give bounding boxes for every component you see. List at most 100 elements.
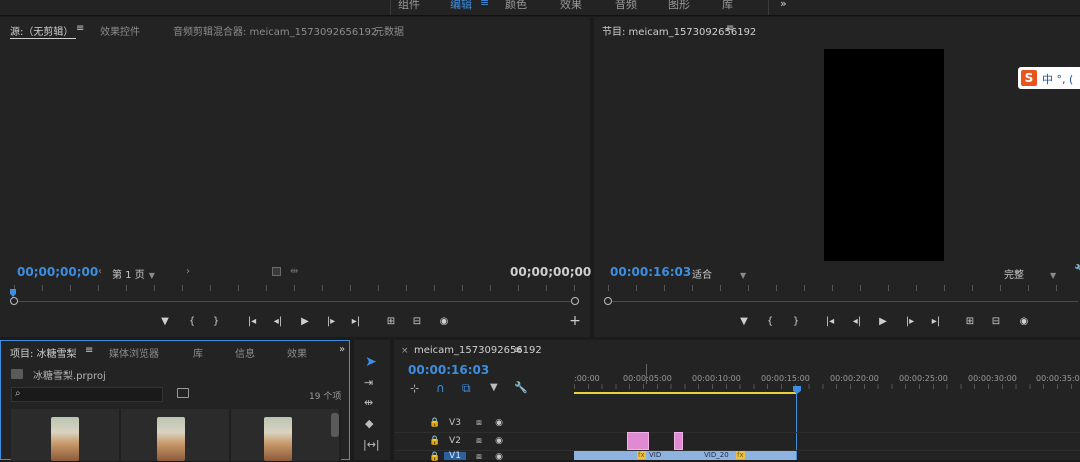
go-to-in-icon[interactable]: |◂ bbox=[244, 315, 260, 329]
play-icon[interactable]: ▶ bbox=[297, 315, 313, 329]
wrench-icon[interactable]: 🔧 bbox=[1074, 265, 1080, 276]
workspace-tab-libraries[interactable]: 库 bbox=[722, 0, 733, 12]
panel-menu-icon[interactable]: ≡ bbox=[76, 23, 84, 34]
settings-icon[interactable] bbox=[272, 267, 281, 276]
go-to-out-icon[interactable]: ▸| bbox=[928, 315, 944, 329]
slip-tool-icon[interactable]: |↔| bbox=[363, 438, 380, 451]
mark-out-icon[interactable]: } bbox=[208, 315, 224, 329]
fx-badge: fx bbox=[736, 451, 745, 459]
insert-icon[interactable]: ⊞ bbox=[383, 315, 399, 329]
extract-icon[interactable]: ⊟ bbox=[988, 315, 1004, 329]
tab-libraries[interactable]: 库 bbox=[193, 345, 203, 360]
sync-lock-icon[interactable]: ⧈ bbox=[472, 418, 486, 428]
eye-icon[interactable]: ◉ bbox=[492, 436, 506, 446]
sync-lock-icon[interactable]: ⧈ bbox=[472, 436, 486, 446]
program-scroll-track[interactable] bbox=[612, 301, 1078, 302]
media-item[interactable] bbox=[11, 409, 119, 461]
source-timecode-playhead[interactable]: 00;00;00;00 bbox=[17, 265, 98, 279]
scrollbar-thumb[interactable] bbox=[331, 413, 339, 437]
step-back-icon[interactable]: ◂| bbox=[270, 315, 286, 329]
mark-in-icon[interactable]: { bbox=[762, 315, 778, 329]
step-forward-icon[interactable]: |▸ bbox=[323, 315, 339, 329]
source-scroll-track[interactable] bbox=[18, 301, 572, 302]
lift-icon[interactable]: ⊞ bbox=[962, 315, 978, 329]
tab-sequence[interactable]: meicam_1573092656192 bbox=[414, 345, 542, 356]
snap-icon[interactable]: ∩ bbox=[436, 381, 445, 395]
quality-dropdown[interactable]: 完整 ▼ bbox=[1004, 266, 1056, 281]
close-tab-icon[interactable]: × bbox=[401, 346, 409, 356]
marker-icon[interactable]: ▼ bbox=[157, 315, 173, 329]
search-input[interactable]: ⌕ bbox=[11, 387, 163, 402]
workspace-tab-color[interactable]: 颜色 bbox=[505, 0, 527, 12]
go-to-out-icon[interactable]: ▸| bbox=[348, 315, 364, 329]
export-frame-icon[interactable]: ◉ bbox=[436, 315, 452, 329]
timeline-timecode[interactable]: 00:00:16:03 bbox=[408, 363, 489, 377]
lock-icon[interactable]: 🔒 bbox=[428, 418, 442, 428]
lock-icon[interactable]: 🔒 bbox=[428, 436, 442, 446]
ime-toolbar[interactable]: S 中 °, ( bbox=[1018, 67, 1080, 89]
tab-audio-clip-mixer[interactable]: 音频剪辑混合器: meicam_1573092656192 bbox=[173, 23, 377, 38]
panel-menu-icon[interactable]: ≡ bbox=[726, 23, 734, 34]
nest-icon[interactable]: ⊹ bbox=[410, 382, 419, 395]
page-prev-icon[interactable]: ‹ bbox=[98, 266, 102, 277]
tab-info[interactable]: 信息 bbox=[235, 345, 255, 360]
marker-icon[interactable]: ▼ bbox=[736, 315, 752, 329]
zoom-handle-left[interactable] bbox=[10, 297, 18, 305]
sync-lock-icon[interactable]: ⧈ bbox=[472, 452, 486, 462]
source-time-ruler[interactable] bbox=[14, 283, 576, 293]
add-marker-icon[interactable]: ▼ bbox=[490, 382, 498, 393]
workspace-tab-graphics[interactable]: 图形 bbox=[668, 0, 690, 12]
playhead-marker[interactable] bbox=[10, 289, 16, 297]
tab-media-browser[interactable]: 媒体浏览器 bbox=[109, 345, 159, 360]
add-button-icon[interactable]: + bbox=[567, 314, 583, 328]
page-next-icon[interactable]: › bbox=[186, 266, 190, 277]
workspace-tab-audio[interactable]: 音频 bbox=[615, 0, 637, 12]
tab-metadata[interactable]: 元数据 bbox=[374, 23, 404, 38]
zoom-handle-left[interactable] bbox=[604, 297, 612, 305]
selection-tool-icon[interactable]: ➤ bbox=[365, 354, 377, 370]
hamburger-icon[interactable]: ≡ bbox=[480, 0, 489, 9]
workspace-tab-editing[interactable]: 编辑 bbox=[450, 0, 472, 12]
mark-in-icon[interactable]: { bbox=[184, 315, 200, 329]
track-select-tool-icon[interactable]: ⇥ bbox=[364, 376, 373, 389]
track-target-v1[interactable]: V1 bbox=[444, 451, 466, 461]
tab-effects[interactable]: 效果 bbox=[287, 345, 307, 360]
go-to-in-icon[interactable]: |◂ bbox=[822, 315, 838, 329]
more-workspaces-icon[interactable]: » bbox=[780, 0, 787, 10]
program-time-ruler[interactable] bbox=[608, 283, 1078, 293]
step-forward-icon[interactable]: |▸ bbox=[902, 315, 918, 329]
graphic-clip[interactable] bbox=[674, 432, 683, 450]
mark-out-icon[interactable]: } bbox=[788, 315, 804, 329]
graphic-clip[interactable] bbox=[627, 432, 649, 450]
timeline-ruler[interactable]: :00:00 00:00:05:00 00:00:10:00 00:00:15:… bbox=[574, 364, 1080, 396]
media-item[interactable] bbox=[121, 409, 229, 461]
ripple-edit-tool-icon[interactable]: ⇹ bbox=[364, 396, 373, 409]
media-item[interactable] bbox=[231, 409, 339, 461]
work-area-bar[interactable] bbox=[574, 392, 796, 394]
zoom-icon[interactable]: ⇹ bbox=[290, 266, 298, 277]
program-timecode[interactable]: 00:00:16:03 bbox=[610, 265, 691, 279]
overwrite-icon[interactable]: ⊟ bbox=[409, 315, 425, 329]
page-dropdown[interactable]: 第 1 页 ▼ bbox=[112, 266, 155, 281]
tab-project[interactable]: 项目: 冰糖雪梨 bbox=[10, 345, 77, 360]
zoom-handle-right[interactable] bbox=[571, 297, 579, 305]
panel-menu-icon[interactable]: ≡ bbox=[514, 345, 522, 356]
step-back-icon[interactable]: ◂| bbox=[849, 315, 865, 329]
eye-icon[interactable]: ◉ bbox=[492, 418, 506, 428]
fit-dropdown[interactable]: 适合 ▼ bbox=[692, 266, 746, 281]
razor-tool-icon[interactable]: ◆ bbox=[365, 417, 373, 430]
eye-icon[interactable]: ◉ bbox=[492, 452, 506, 462]
linked-selection-icon[interactable]: ⧉ bbox=[462, 381, 471, 396]
wrench-icon[interactable]: 🔧 bbox=[514, 381, 528, 394]
export-frame-icon[interactable]: ◉ bbox=[1016, 315, 1032, 329]
video-clips-v1[interactable]: fx VID VID_20 fx bbox=[574, 451, 796, 460]
panel-menu-icon[interactable]: ≡ bbox=[85, 345, 93, 356]
workspace-tab-effects[interactable]: 效果 bbox=[560, 0, 582, 12]
tab-source[interactable]: 源:（无剪辑） bbox=[10, 23, 73, 38]
workspace-tab-assembly[interactable]: 组件 bbox=[398, 0, 420, 12]
new-bin-icon[interactable] bbox=[177, 388, 189, 398]
more-tabs-icon[interactable]: » bbox=[339, 344, 345, 355]
play-icon[interactable]: ▶ bbox=[875, 315, 891, 329]
lock-icon[interactable]: 🔒 bbox=[428, 452, 442, 462]
tab-effect-controls[interactable]: 效果控件 bbox=[100, 23, 140, 38]
